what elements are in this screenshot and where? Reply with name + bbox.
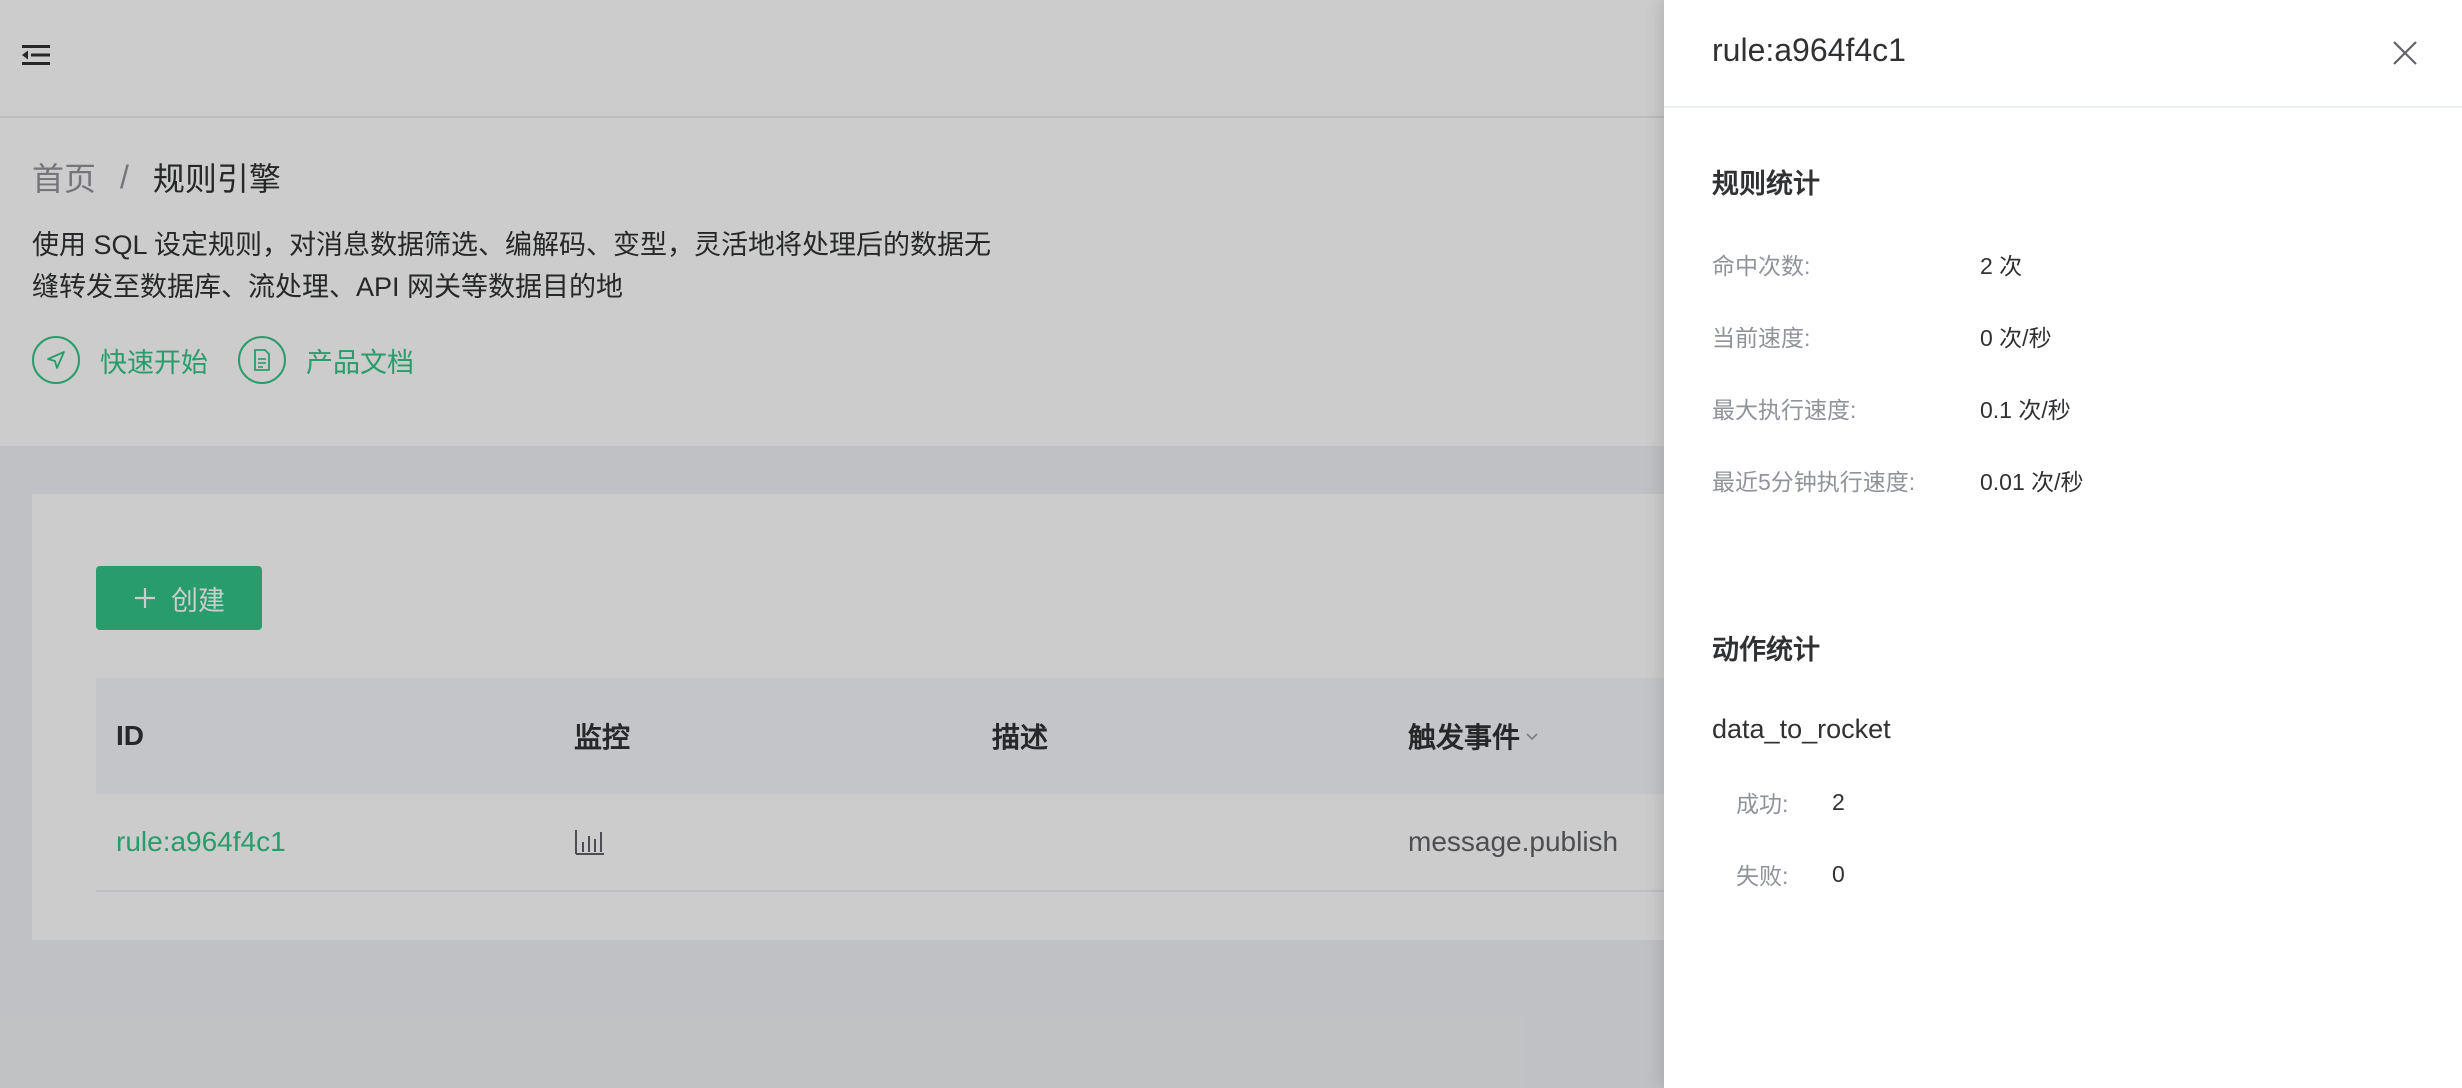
stat-label-matched: 命中次数: [1712,253,1811,279]
stat-value-matched: 2 次 [1980,253,2023,279]
close-icon[interactable] [2390,38,2420,68]
drawer-title: rule:a964f4c1 [1712,32,1906,68]
stat-value-last5m: 0.01 次/秒 [1980,469,2084,495]
rule-stats-title: 规则统计 [1712,169,1820,199]
action-label-success: 成功: [1736,791,1789,817]
action-row-success: 成功: 2 [1736,784,1845,820]
drawer-header: rule:a964f4c1 [1664,0,2462,108]
stat-value-max-speed: 0.1 次/秒 [1980,397,2071,423]
action-row-failed: 失败: 0 [1736,856,1845,892]
stat-label-max-speed: 最大执行速度: [1712,397,1857,423]
stat-row-matched: 命中次数: 2 次 [1712,246,2022,282]
rule-stats-drawer: rule:a964f4c1 规则统计 命中次数: 2 次 当前速度: 0 次/秒… [1664,0,2462,1088]
action-value-success: 2 [1832,788,1845,815]
stat-row-max-speed: 最大执行速度: 0.1 次/秒 [1712,390,2071,426]
stat-label-speed: 当前速度: [1712,325,1811,351]
stat-label-last5m: 最近5分钟执行速度: [1712,469,1916,495]
action-name: data_to_rocket [1712,714,1891,744]
stat-row-speed: 当前速度: 0 次/秒 [1712,318,2052,354]
app-root: 首页 / 规则引擎 使用 SQL 设定规则，对消息数据筛选、编解码、变型，灵活地… [0,0,2462,1088]
stat-value-speed: 0 次/秒 [1980,325,2052,351]
action-label-failed: 失败: [1736,863,1789,889]
action-stats-title: 动作统计 [1712,635,1820,665]
stat-row-last5m: 最近5分钟执行速度: 0.01 次/秒 [1712,462,2084,498]
action-value-failed: 0 [1832,860,1845,887]
